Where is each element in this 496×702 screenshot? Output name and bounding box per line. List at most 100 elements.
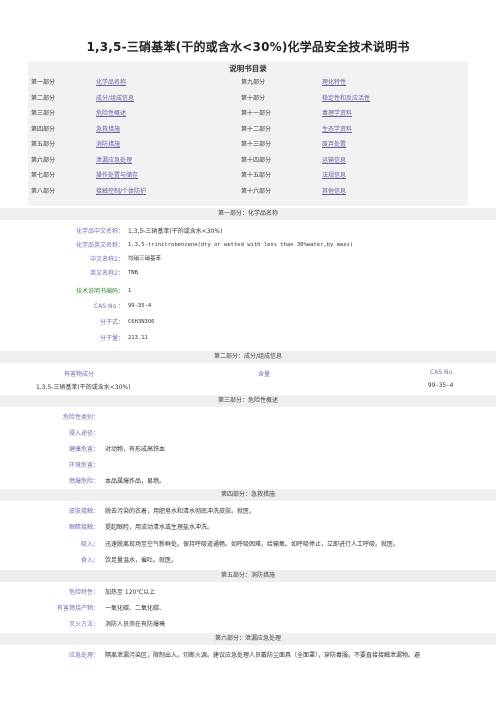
info-row: 眼睛接触： 提起眼睑，用流动清水或生理盐水冲洗。 [0, 521, 496, 534]
toc-row: 第六部分 泄漏应急处理 第十四部分 运输信息 [28, 155, 468, 167]
field-value: 99-35-4 [128, 303, 152, 309]
composition-col-ingredient: 有害物成分 [64, 371, 95, 378]
info-row: 分子量： 213.11 [0, 332, 496, 345]
field-value: 迅速脱离现场至空气新鲜处。保持呼吸道通畅。如呼吸困难，给输氧。如呼吸停止，立即进… [105, 541, 400, 548]
field-label: 健康危害： [68, 446, 99, 453]
section-2-heading: 第二部分：成分/组成信息 [0, 351, 496, 363]
field-value: 1,3,5-trinitrobenzene(dry or wetted with… [128, 242, 354, 248]
section-6-heading: 第六部分：泄漏应急处理 [0, 633, 496, 645]
toc-link[interactable]: 法规信息 [322, 170, 346, 179]
info-row: 食入： 饮足量温水，催吐。就医。 [0, 554, 496, 567]
composition-cas-value: 99-35-4 [428, 382, 454, 389]
field-label: 分子式： [99, 319, 124, 326]
toc-link[interactable]: 运输信息 [322, 155, 346, 164]
field-value: 饮足量温水，催吐。就医。 [105, 557, 178, 564]
field-value: 1 [128, 288, 132, 294]
info-row: 吸入： 迅速脱离现场至空气新鲜处。保持呼吸道通畅。如呼吸困难，给输氧。如呼吸停止，… [0, 538, 496, 551]
field-value: 脱去污染的衣着，用肥皂水和清水彻底冲洗皮肤。就医。 [105, 508, 256, 515]
field-value: 加热至 120℃以上 [105, 589, 156, 596]
field-label: 燃爆危险： [68, 478, 99, 485]
info-row: 燃爆危险： 本品属爆炸品，易燃。 [0, 475, 496, 488]
toc-part-number: 第七部分 [31, 172, 56, 179]
section-1-heading: 第一部分：化学品名称 [0, 208, 496, 220]
toc-row: 第四部分 急救措施 第十二部分 生态学资料 [28, 124, 468, 136]
field-value: 本品属爆炸品，易燃。 [105, 478, 166, 485]
field-label: 有害燃烧产物： [56, 605, 99, 612]
field-label: 灭火方法： [68, 621, 99, 628]
info-row: 危险特性： 加热至 120℃以上 [0, 586, 496, 599]
toc-part-number: 第十三部分 [241, 141, 272, 148]
field-value: TNB [128, 270, 138, 276]
toc-part-number: 第一部分 [31, 79, 56, 86]
toc-link[interactable]: 消防措施 [96, 139, 120, 148]
info-row: 应急处理： 隔离泄漏污染区，限制出入。切断火源。建议应急处理人员戴防尘面具（全面罩… [0, 649, 496, 662]
toc-link[interactable]: 毒理学资料 [322, 108, 352, 117]
toc-link[interactable]: 成分/组成信息 [96, 93, 134, 102]
field-label: 危险性类别： [62, 414, 99, 421]
info-row: 皮肤接触： 脱去污染的衣着，用肥皂水和清水彻底冲洗皮肤。就医。 [0, 505, 496, 518]
field-label: 食入： [80, 557, 99, 564]
toc-heading: 说明书目录 [229, 64, 267, 73]
info-row: CAS No.： 99-35-4 [0, 300, 496, 313]
field-label: 应急处理： [68, 652, 99, 659]
field-label: 中文名称2： [90, 256, 124, 263]
info-row: 侵入途径： [0, 427, 496, 440]
toc-link[interactable]: 危险性概述 [96, 108, 126, 117]
field-label: 分子量： [99, 335, 124, 342]
field-label: 化学品中文名称： [75, 228, 124, 235]
toc-part-number: 第十六部分 [241, 187, 272, 195]
toc-part-number: 第九部分 [241, 79, 266, 86]
toc-part-number: 第三部分 [31, 110, 56, 117]
toc-part-number: 第十五部分 [241, 172, 272, 179]
document-page: { "title": "1,3,5-三硝基苯(干的或含水<30%)化学品安全技术… [0, 0, 496, 702]
field-label: 危险特性： [68, 589, 99, 596]
toc-link[interactable]: 急救措施 [96, 124, 120, 133]
field-value: 消防人员须在有防爆掩 [105, 621, 166, 628]
field-label: 技术说明书编码： [75, 288, 124, 295]
toc-row: 第七部分 操作处置与储存 第十五部分 法规信息 [28, 170, 468, 182]
field-label: 化学品英文名称： [75, 242, 124, 249]
section-5-heading: 第五部分：消防措施 [0, 570, 496, 582]
toc-link[interactable]: 废弃处置 [322, 139, 346, 148]
info-row: 分子式： C6H3N3O6 [0, 316, 496, 329]
toc-part-number: 第八部分 [31, 187, 56, 195]
toc-part-number: 第十四部分 [241, 156, 272, 164]
field-value: C6H3N3O6 [128, 319, 155, 325]
toc-part-number: 第十二部分 [241, 125, 272, 133]
info-row: 技术说明书编码： 1 [0, 285, 496, 298]
toc-link[interactable]: 化学品名称 [96, 77, 126, 86]
composition-col-content: 含量 [258, 371, 271, 378]
toc-link[interactable]: 接触控制/个体防护 [96, 186, 146, 195]
toc-row: 第一部分 化学品名称 第九部分 理化特性 [28, 77, 468, 89]
field-value: 一氧化碳、二氧化碳、 [105, 605, 166, 612]
field-value: 对动物，有形成高铁血 [105, 446, 166, 453]
info-row: 英文名称2： TNB [0, 267, 496, 280]
field-label: 英文名称2： [90, 270, 124, 277]
toc-row: 第八部分 接触控制/个体防护 第十六部分 其他信息 [28, 186, 468, 198]
toc-link[interactable]: 稳定性和反应活性 [322, 93, 370, 102]
table-of-contents: 说明书目录 第一部分 化学品名称 第九部分 理化特性 第二部分 成分/组成信息 第十部分 稳定… [28, 61, 468, 206]
toc-link[interactable]: 操作处置与储存 [96, 170, 138, 179]
field-value: 均硝三硝基苯 [128, 256, 162, 262]
field-value: 1,3,5-三硝基苯(干的或含水<30%) [128, 228, 223, 235]
toc-part-number: 第二部分 [31, 94, 56, 102]
toc-link[interactable]: 理化特性 [322, 77, 346, 86]
toc-part-number: 第十一部分 [241, 110, 272, 117]
section-4-heading: 第四部分：急救措施 [0, 489, 496, 501]
section-3-heading: 第三部分：危险性概述 [0, 395, 496, 407]
toc-link[interactable]: 生态学资料 [322, 124, 352, 133]
document-title: 1,3,5-三硝基苯(干的或含水<30%)化学品安全技术说明书 [86, 40, 410, 54]
field-value: 隔离泄漏污染区，限制出入。切断火源。建议应急处理人员戴防尘面具（全面罩），穿防毒… [105, 652, 421, 659]
toc-part-number: 第五部分 [31, 141, 56, 148]
field-label: 侵入途径： [68, 430, 99, 437]
toc-part-number: 第六部分 [31, 156, 56, 164]
toc-link[interactable]: 其他信息 [322, 186, 346, 195]
info-row: 化学品英文名称： 1,3,5-trinitrobenzene(dry or wet… [0, 239, 496, 252]
toc-row: 第二部分 成分/组成信息 第十部分 稳定性和反应活性 [28, 93, 468, 105]
field-label: 皮肤接触： [68, 508, 99, 515]
info-row: 健康危害： 对动物，有形成高铁血 [0, 443, 496, 456]
field-label: 环境危害： [68, 462, 99, 469]
toc-link[interactable]: 泄漏应急处理 [96, 155, 132, 164]
info-row: 环境危害： [0, 459, 496, 472]
field-value: 213.11 [128, 335, 148, 341]
